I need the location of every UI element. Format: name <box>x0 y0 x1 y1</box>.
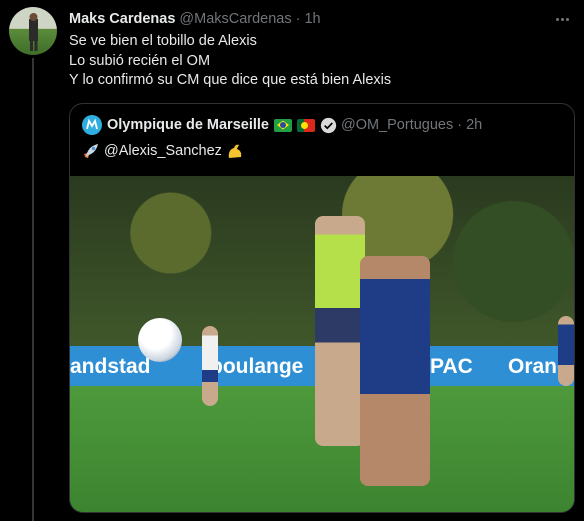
tweet-photo[interactable]: andstad boulange PAC Orang <box>70 176 574 512</box>
separator-dot: · <box>457 117 463 133</box>
thread-line <box>32 58 34 521</box>
portugal-flag-icon <box>296 118 315 132</box>
banner-text: PAC <box>430 355 473 378</box>
quoted-tweet[interactable]: Olympique de Marseille @OM_Portugues · 2… <box>69 103 575 513</box>
tweet-time[interactable]: 1h <box>304 11 320 27</box>
separator-dot: · <box>295 11 301 27</box>
quoted-tweet-text: @Alexis_Sanchez <box>82 140 244 162</box>
more-options-icon[interactable] <box>552 10 572 28</box>
tweet-text: Se ve bien el tobillo de Alexis Lo subió… <box>69 32 391 91</box>
author-name[interactable]: Maks Cardenas <box>69 11 175 27</box>
player-distant <box>202 326 218 406</box>
quoted-author-handle[interactable]: @OM_Portugues <box>341 117 453 133</box>
quoted-tweet-time[interactable]: 2h <box>466 117 482 133</box>
brazil-flag-icon <box>273 118 292 132</box>
player-right <box>558 316 574 386</box>
om-logo-icon[interactable] <box>82 115 102 135</box>
tweet-text-line: Se ve bien el tobillo de Alexis <box>69 33 257 49</box>
author-avatar[interactable] <box>9 7 57 55</box>
rocket-icon <box>84 144 98 158</box>
player-background <box>315 216 365 446</box>
tweet-text-line: Lo subió recién el OM <box>69 52 211 69</box>
quoted-author-name[interactable]: Olympique de Marseille <box>107 117 269 133</box>
tweet-text-line: Y lo confirmó su CM que dice que está bi… <box>69 72 392 88</box>
soccer-ball <box>138 318 182 362</box>
flexed-biceps-icon <box>228 144 242 158</box>
mention-link[interactable]: @Alexis_Sanchez <box>104 143 222 159</box>
verified-badge-icon <box>320 117 337 133</box>
banner-text: boulange <box>210 355 304 378</box>
tweet-header: Maks Cardenas @MaksCardenas · 1h <box>69 10 321 28</box>
player-kicking <box>360 256 430 486</box>
banner-text: andstad <box>70 355 151 378</box>
author-handle[interactable]: @MaksCardenas <box>179 11 291 27</box>
quoted-tweet-header: Olympique de Marseille @OM_Portugues · 2… <box>82 115 482 135</box>
